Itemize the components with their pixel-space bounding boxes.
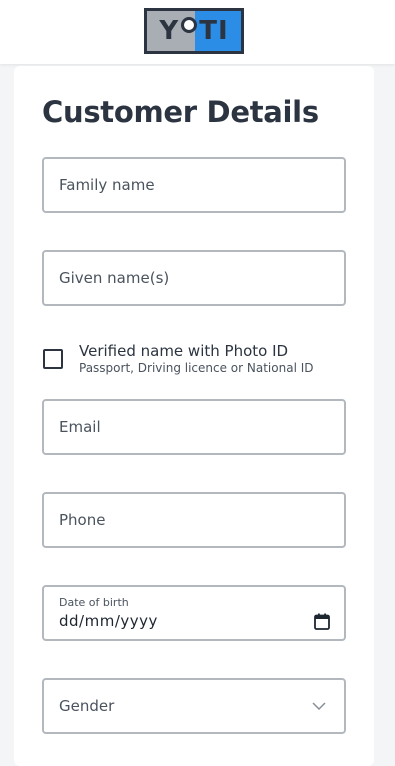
- verified-photo-id-label[interactable]: Verified name with Photo ID: [79, 342, 288, 360]
- logo-dot: [181, 17, 198, 33]
- family-name-input[interactable]: [59, 176, 344, 194]
- phone-field[interactable]: [42, 492, 346, 548]
- family-name-field[interactable]: [42, 157, 346, 213]
- gender-select[interactable]: Gender: [42, 678, 346, 734]
- calendar-icon[interactable]: [314, 613, 330, 630]
- chevron-down-icon: [312, 702, 326, 710]
- given-name-input[interactable]: [59, 269, 344, 287]
- phone-input[interactable]: [59, 511, 344, 529]
- top-bar: Y TI: [0, 0, 395, 64]
- verified-photo-id-checkbox[interactable]: [43, 349, 63, 369]
- logo-wordmark: Y TI: [147, 11, 241, 51]
- verified-photo-id-hint: Passport, Driving licence or National ID: [79, 361, 314, 375]
- yoti-logo[interactable]: Y TI: [144, 8, 244, 54]
- date-of-birth-field[interactable]: Date of birth dd/mm/yyyy: [42, 585, 346, 641]
- page-title: Customer Details: [42, 95, 319, 129]
- verified-photo-id-row[interactable]: Verified name with Photo ID Passport, Dr…: [42, 342, 346, 378]
- gender-placeholder: Gender: [59, 697, 115, 715]
- date-of-birth-label: Date of birth: [59, 596, 129, 609]
- logo-letters-ti: TI: [199, 16, 229, 46]
- email-input[interactable]: [59, 418, 344, 436]
- given-name-field[interactable]: [42, 250, 346, 306]
- logo-letter-y: Y: [159, 16, 180, 46]
- date-of-birth-value[interactable]: dd/mm/yyyy: [59, 612, 158, 630]
- date-of-birth-row[interactable]: dd/mm/yyyy: [59, 612, 344, 630]
- email-field[interactable]: [42, 399, 346, 455]
